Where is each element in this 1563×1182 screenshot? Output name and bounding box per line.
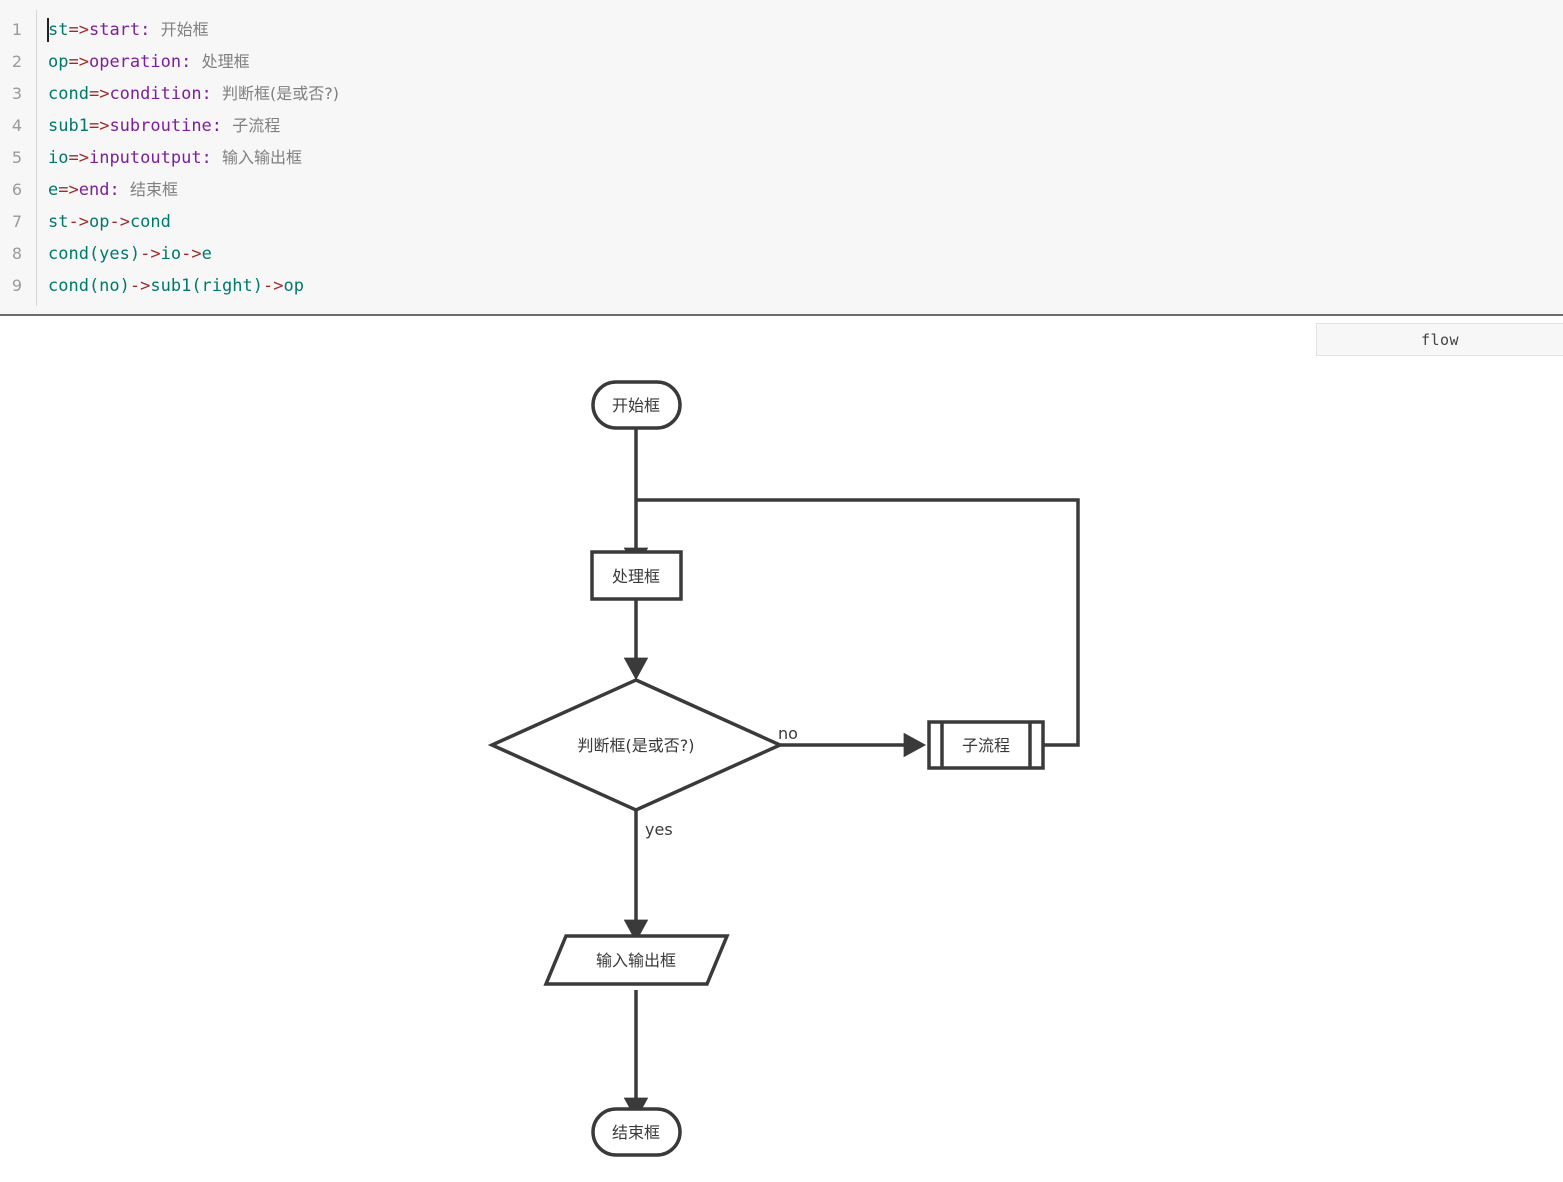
token-arrow: ->: [140, 244, 161, 264]
token-type: operation:: [88, 52, 192, 72]
token-label: 输入输出框: [222, 148, 303, 167]
code-line[interactable]: 9 cond(no)->sub1(right)->op: [0, 270, 1563, 302]
line-number: 7: [11, 212, 22, 231]
token-arrow: =>: [58, 180, 79, 200]
token-type: start:: [88, 20, 151, 40]
node-operation[interactable]: 处理框: [590, 550, 683, 601]
token-arrow: ->: [181, 244, 202, 264]
token-arrow: ->: [129, 276, 151, 296]
line-number: 4: [11, 116, 22, 135]
token-id: cond: [129, 212, 171, 232]
token-label: 处理框: [201, 52, 250, 71]
token-arrow: =>: [68, 148, 89, 168]
line-content[interactable]: op=>operation: 处理框: [36, 46, 250, 78]
node-inputoutput-label: 输入输出框: [596, 951, 676, 970]
code-line[interactable]: 5 io=>inputoutput: 输入输出框: [0, 142, 1563, 174]
token-arrow: ->: [262, 276, 284, 296]
node-end[interactable]: 结束框: [591, 1107, 682, 1157]
code-line[interactable]: 7 st->op->cond: [0, 206, 1563, 238]
code-line[interactable]: 6 e=>end: 结束框: [0, 174, 1563, 206]
line-number: 5: [11, 148, 22, 167]
token-type: subroutine:: [109, 116, 223, 136]
line-content[interactable]: io=>inputoutput: 输入输出框: [36, 142, 302, 174]
line-content[interactable]: st=>start: 开始框: [36, 14, 209, 46]
code-line[interactable]: 2 op=>operation: 处理框: [0, 46, 1563, 78]
token-id: st: [48, 20, 69, 40]
token-arrow: =>: [68, 52, 89, 72]
line-content[interactable]: cond=>condition: 判断框(是或否?): [36, 78, 339, 110]
line-number: 8: [11, 244, 22, 263]
token-label: 结束框: [129, 180, 178, 199]
line-content[interactable]: st->op->cond: [36, 206, 171, 238]
text-caret: [47, 18, 49, 42]
token-arrow: =>: [88, 84, 110, 104]
line-content[interactable]: cond(no)->sub1(right)->op: [36, 270, 304, 302]
token-id: io: [48, 148, 69, 168]
line-content[interactable]: sub1=>subroutine: 子流程: [36, 110, 280, 142]
token-id: io: [160, 244, 182, 264]
code-line[interactable]: 4 sub1=>subroutine: 子流程: [0, 110, 1563, 142]
token-id: cond(no): [48, 276, 130, 296]
node-subroutine-label: 子流程: [962, 736, 1010, 755]
token-id: op: [88, 212, 110, 232]
token-id: op: [48, 52, 69, 72]
token-id: e: [201, 244, 212, 264]
token-arrow: =>: [68, 20, 89, 40]
token-id: cond(yes): [48, 244, 141, 264]
node-condition-label: 判断框(是或否?): [578, 736, 695, 755]
code-line[interactable]: 3 cond=>condition: 判断框(是或否?): [0, 78, 1563, 110]
token-id: cond: [48, 84, 89, 104]
code-line[interactable]: 8 cond(yes)->io->e: [0, 238, 1563, 270]
token-arrow: =>: [88, 116, 110, 136]
node-operation-label: 处理框: [612, 567, 660, 586]
token-id: sub1(right): [150, 276, 263, 296]
edge-label-yes: yes: [645, 820, 673, 839]
token-id: st: [48, 212, 69, 232]
token-label: 子流程: [232, 116, 281, 135]
code-line[interactable]: 1 st=>start: 开始框: [0, 14, 1563, 46]
node-subroutine[interactable]: 子流程: [927, 720, 1045, 770]
code-lines[interactable]: 1 st=>start: 开始框 2 op=>operation: 处理框 3 …: [0, 14, 1563, 302]
code-editor-pane[interactable]: 1 st=>start: 开始框 2 op=>operation: 处理框 3 …: [0, 0, 1563, 316]
line-content[interactable]: e=>end: 结束框: [36, 174, 178, 206]
flowchart-editor-app: 1 st=>start: 开始框 2 op=>operation: 处理框 3 …: [0, 0, 1563, 1182]
token-type: condition:: [109, 84, 212, 104]
token-label: 判断框(是或否?): [222, 84, 340, 103]
line-number: 6: [11, 180, 22, 199]
node-inputoutput[interactable]: 输入输出框: [543, 934, 730, 986]
node-start-label: 开始框: [612, 396, 660, 415]
token-type: inputoutput:: [88, 148, 212, 168]
line-number: 2: [11, 52, 22, 71]
flowchart-svg: 开始框 处理框 判断框(是或否?) 子流程 输入输出框 结束框 no yes: [487, 380, 1080, 1157]
line-number: 1: [11, 20, 22, 39]
node-end-label: 结束框: [612, 1123, 660, 1142]
token-type: end:: [78, 180, 120, 200]
token-label: 开始框: [160, 20, 209, 39]
node-start[interactable]: 开始框: [591, 380, 682, 430]
line-content[interactable]: cond(yes)->io->e: [36, 238, 212, 270]
token-id: op: [283, 276, 304, 296]
edge-label-no: no: [778, 724, 798, 743]
node-condition[interactable]: 判断框(是或否?): [487, 678, 785, 812]
token-id: e: [48, 180, 59, 200]
token-arrow: ->: [68, 212, 89, 232]
token-id: sub1: [48, 116, 89, 136]
line-number: 9: [11, 276, 22, 295]
line-number: 3: [11, 84, 22, 103]
flowchart-preview-pane: flow 开始框 处理框 判断框(是或否?) 子流程 输入输出框 结束框 no …: [0, 318, 1563, 1182]
token-arrow: ->: [109, 212, 130, 232]
